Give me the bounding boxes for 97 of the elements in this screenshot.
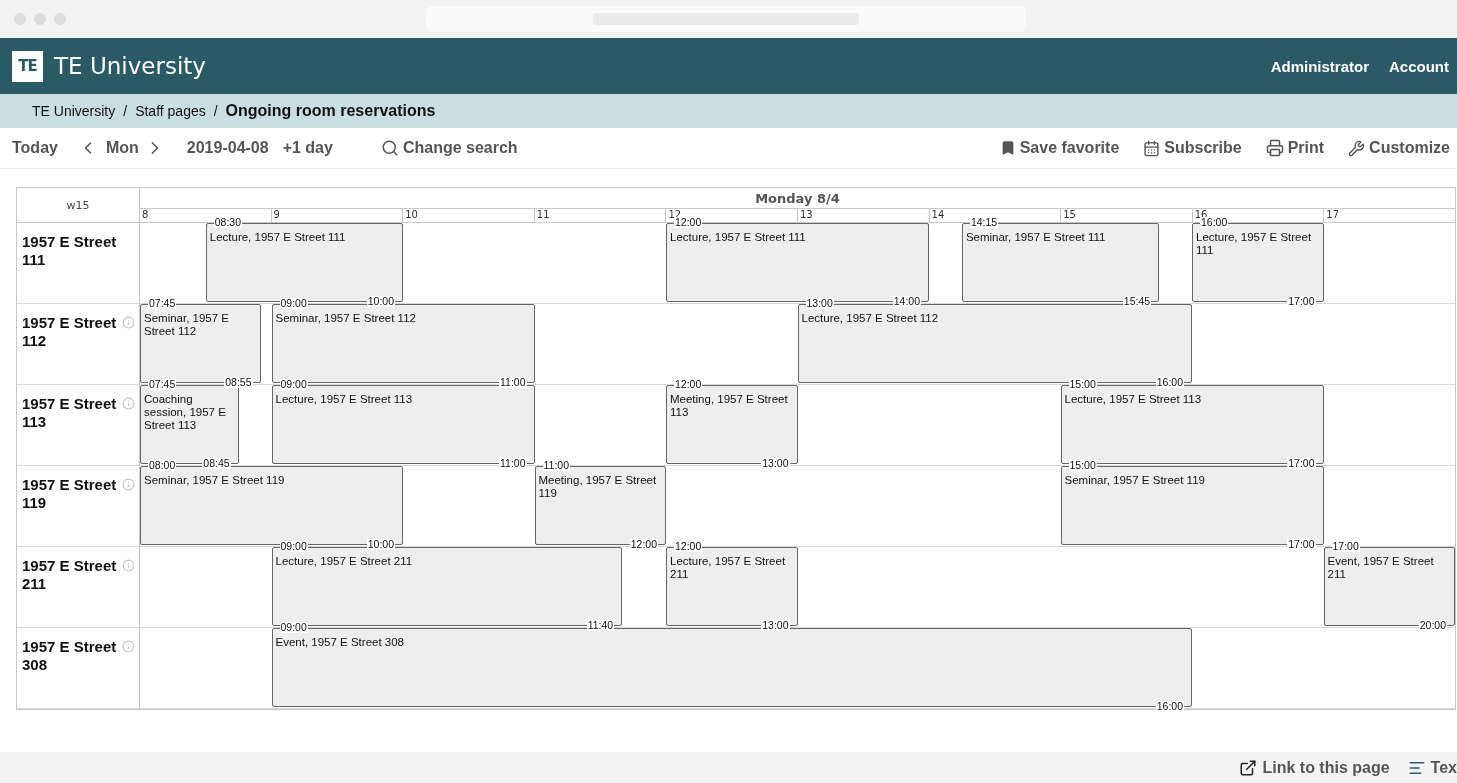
end-time: 13:00 [761,620,790,631]
start-time: 09:00 [279,298,308,309]
toolbar-action[interactable]: Save favorite [999,139,1120,157]
reservation-title: Seminar, 1957 E Street 111 [965,231,1107,244]
info-icon[interactable] [122,316,135,329]
site-title: TE University [54,53,206,79]
toolbar-action[interactable]: Customize [1348,139,1450,157]
date-field[interactable]: 2019-04-08 [186,139,269,157]
breadcrumb-separator: / [123,103,128,119]
breadcrumb-link[interactable]: TE University [32,103,116,119]
info-icon[interactable] [122,640,135,653]
breadcrumb-link[interactable]: Staff pages [135,103,206,119]
change-search-button[interactable]: Change search [380,139,518,157]
start-time: 09:00 [279,541,308,552]
week-number: w15 [17,188,140,223]
end-time: 11:00 [499,377,527,388]
info-icon[interactable] [122,397,135,410]
room-name: 1957 E Street 113 [22,395,118,431]
start-time: 12:00 [674,541,703,552]
reservation-title: Event, 1957 E Street 308 [275,636,405,649]
search-icon [380,139,399,157]
room-name: 1957 E Street 119 [22,476,118,512]
end-time: 15:45 [1122,296,1152,307]
end-time: 10:00 [366,539,395,550]
room-name: 1957 E Street 111 [22,233,118,269]
start-time: 12:00 [674,379,703,390]
end-time: 17:00 [1287,458,1316,469]
start-time: 13:00 [805,298,834,309]
step-button[interactable]: +1 day [282,139,333,157]
end-time: 17:00 [1287,296,1316,307]
reservation-title: Lecture, 1957 E Street 111 [209,231,347,244]
end-time: 16:00 [1155,701,1184,712]
today-button[interactable]: Today [12,139,58,157]
end-time: 20:00 [1418,620,1447,631]
end-time: 08:45 [202,458,231,469]
breadcrumb-separator: / [213,103,218,119]
user-menu-link[interactable]: Account [1389,57,1449,75]
hour-label: 10 [402,209,534,222]
end-time: 13:00 [761,458,790,469]
start-time: 14:15 [969,217,999,228]
reservation-title: Seminar, 1957 E Street 119 [144,474,286,487]
reservation-title: Lecture, 1957 E Street 111 [1196,231,1313,257]
reservation-title: Event, 1957 E Street 211 [1327,555,1435,581]
day-title: Monday 8/4 [140,188,1455,209]
end-time: 11:00 [499,458,527,469]
reservation-title: Lecture, 1957 E Street 111 [670,231,807,244]
start-time: 07:45 [148,298,177,309]
start-time: 08:30 [213,217,243,228]
reservation-title: Lecture, 1957 E Street 112 [801,312,940,325]
info-icon[interactable] [122,559,135,572]
calendar-icon [1143,139,1161,157]
toolbar-action[interactable]: Subscribe [1143,139,1242,157]
hour-label: 17 [1323,209,1455,222]
hour-label: 11 [533,209,666,222]
start-time: 11:00 [542,460,570,471]
end-time: 16:00 [1155,377,1184,388]
logo: TE [12,50,43,82]
reservation-title: Lecture, 1957 E Street 113 [1064,393,1203,406]
start-time: 09:00 [279,379,308,390]
end-time: 11:40 [586,620,615,631]
start-time: 09:00 [279,622,308,633]
end-time: 10:00 [366,296,395,307]
reservation-title: Lecture, 1957 E Street 113 [275,393,414,406]
printer-icon [1265,139,1284,157]
start-time: 17:00 [1331,541,1360,552]
start-time: 15:00 [1068,460,1097,471]
page-link[interactable]: Link to this page [1239,758,1390,777]
hour-label: 13 [796,209,929,222]
end-time: 17:00 [1287,539,1316,550]
reservation-title: Seminar, 1957 E Street 119 [1064,474,1206,487]
text-link[interactable]: Tex [1407,758,1457,777]
end-time: 14:00 [892,296,921,307]
tools-icon [1348,139,1366,157]
user-menu-link[interactable]: Administrator [1270,57,1369,75]
reservation-title: Seminar, 1957 E Street 112 [275,312,417,325]
start-time: 16:00 [1200,217,1229,228]
end-time: 12:00 [629,539,658,550]
external-link-icon [1239,758,1258,777]
reservation-title: Meeting, 1957 E Street 113 [670,393,789,419]
toolbar-action[interactable]: Print [1265,139,1325,157]
page-title: Ongoing room reservations [225,102,436,120]
start-time: 15:00 [1068,379,1097,390]
room-name: 1957 E Street 308 [22,638,118,674]
hour-label: 15 [1060,209,1192,222]
end-time: 08:55 [224,377,253,388]
reservation-title: Seminar, 1957 E Street 112 [144,312,231,338]
reservation-title: Lecture, 1957 E Street 211 [670,555,787,581]
hour-label: 9 [270,209,403,222]
reservation-title: Meeting, 1957 E Street 119 [538,474,658,500]
room-name: 1957 E Street 112 [22,314,118,350]
reservation-title: Lecture, 1957 E Street 211 [275,555,414,568]
view-label: Mon [105,139,139,157]
room-name: 1957 E Street 211 [22,557,118,593]
start-time: 07:45 [148,379,177,390]
info-icon[interactable] [122,478,135,491]
reservation-title: Coaching session, 1957 E Street 113 [144,393,227,432]
start-time: 08:00 [148,460,177,471]
